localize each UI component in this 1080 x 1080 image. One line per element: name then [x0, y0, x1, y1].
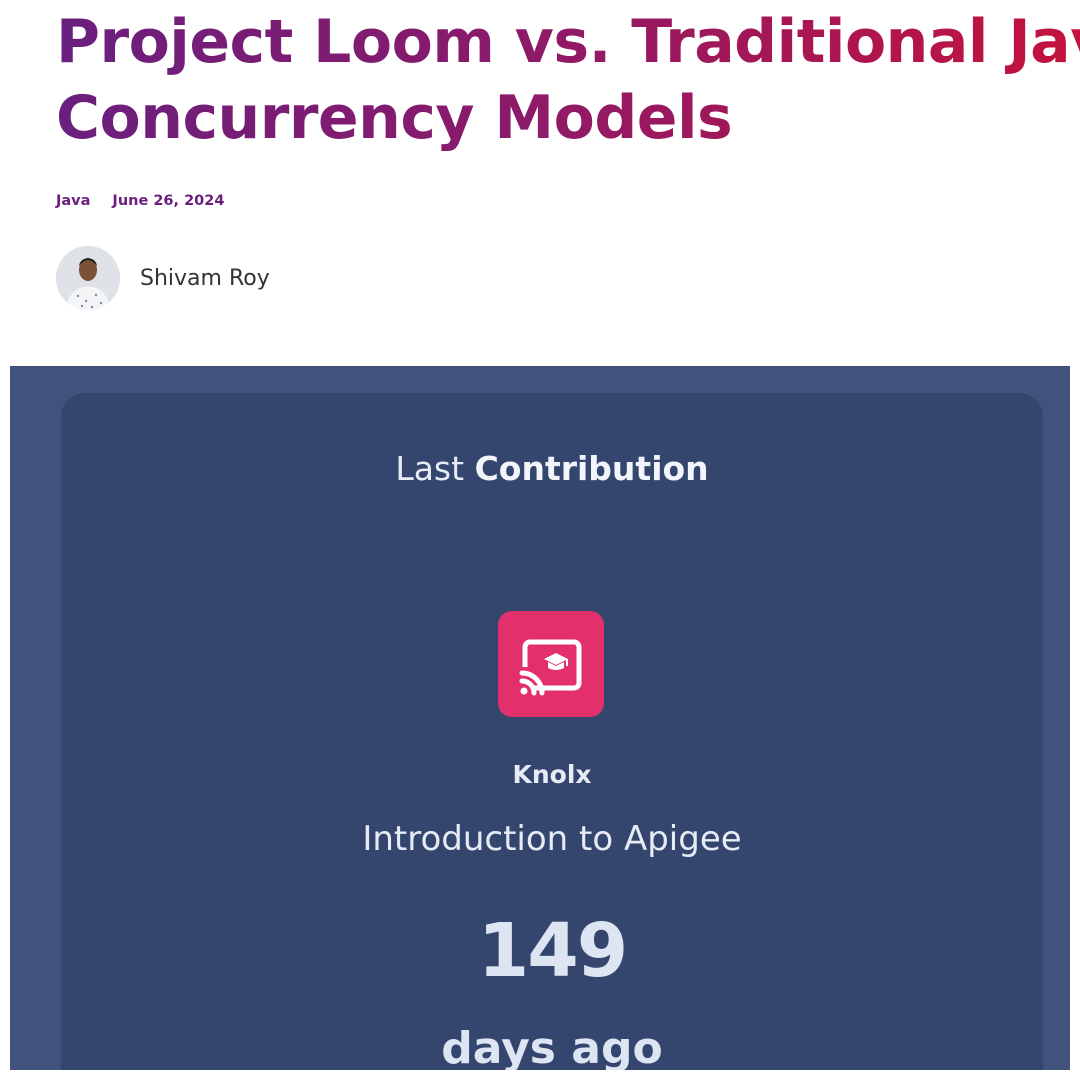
days-label: days ago — [441, 1023, 663, 1070]
post-title-line-1: Project Loom vs. Traditional Java — [56, 7, 1080, 77]
post-title-line-2: Concurrency Models — [56, 83, 733, 153]
author-block: Shivam Roy — [56, 246, 270, 310]
last-contribution-card: Last Contribution Knolx Introduction to … — [61, 393, 1043, 1070]
post-meta: Java June 26, 2024 — [56, 193, 224, 209]
author-name[interactable]: Shivam Roy — [140, 266, 270, 291]
avatar-photo-icon — [56, 246, 120, 310]
category-link[interactable]: Java — [56, 193, 90, 209]
post-title: Project Loom vs. Traditional Java Concur… — [56, 4, 1080, 156]
avatar[interactable] — [56, 246, 120, 310]
featured-image: Last Contribution Knolx Introduction to … — [10, 366, 1070, 1070]
post-date-link[interactable]: June 26, 2024 — [112, 193, 224, 209]
card-heading-bold: Contribution — [474, 449, 709, 488]
card-heading-light: Last — [395, 449, 465, 488]
contribution-title: Introduction to Apigee — [362, 819, 742, 859]
card-heading: Last Contribution — [61, 449, 1043, 488]
contribution-category: Knolx — [512, 760, 592, 789]
cast-graduation-cap-icon — [498, 611, 604, 717]
days-count: 149 — [477, 908, 628, 994]
